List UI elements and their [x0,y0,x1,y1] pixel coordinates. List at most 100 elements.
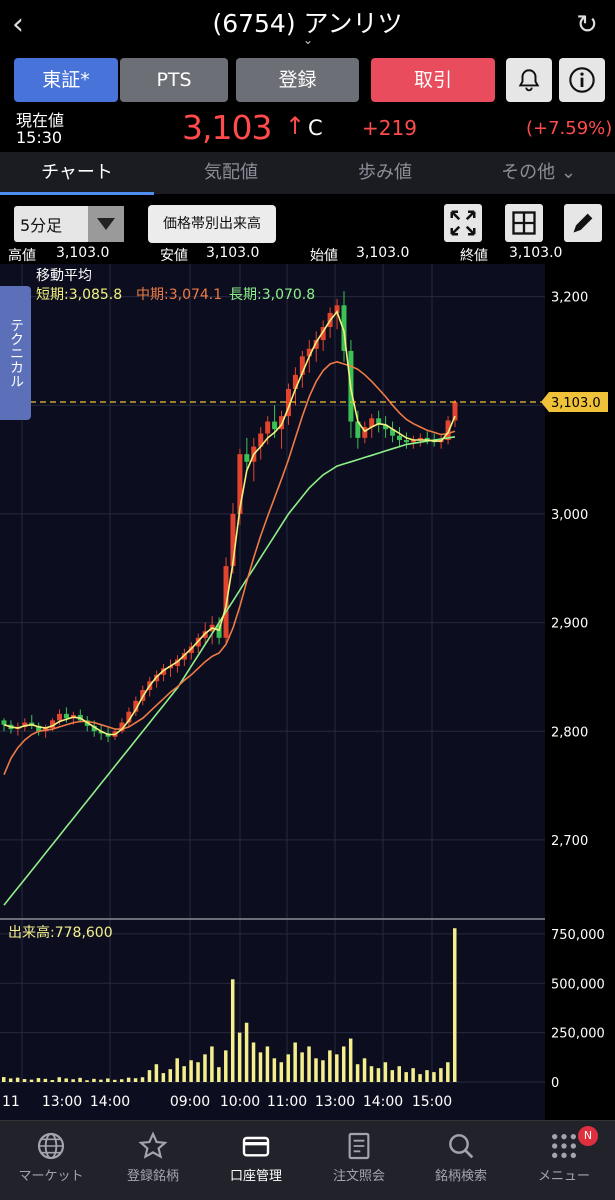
time-tick-label: 13:00 [315,1094,355,1110]
trade-button[interactable]: 取引 [371,58,495,102]
close-value: 3,103.0 [509,245,563,261]
chevron-down-icon[interactable]: ⌄ [300,33,316,47]
volume-bar [432,1072,436,1082]
nav-market[interactable]: マーケット [0,1124,102,1196]
volume-bar [43,1078,48,1082]
volume-by-price-button[interactable]: 価格帯別出来高 [148,205,276,243]
pen-icon [573,213,593,233]
volume-bar [341,1046,346,1082]
time-tick-label: 13:00 [42,1094,82,1110]
ma-legend-short: 短期:3,085.8 [36,287,122,303]
volume-bar [133,1078,138,1082]
market-pts-button[interactable]: PTS [120,58,228,102]
volume-bar [8,1078,13,1082]
reload-icon[interactable]: ↻ [570,8,604,42]
star-icon [102,1124,204,1168]
menu-icon [513,1124,615,1168]
document-icon [308,1124,410,1168]
price-chart[interactable]: 3,2003,1003,0002,9002,8002,700750,000500… [0,264,615,1120]
header-bar: ‹ (6754) アンリツ ⌄ ↻ [0,0,615,50]
volume-bar [196,1062,200,1082]
volume-bar [113,1079,117,1082]
volume-bar [446,1062,450,1082]
up-arrow-icon: ↑ [285,112,306,140]
volume-bar [404,1072,408,1082]
volume-bar [22,1079,27,1082]
nav-orders[interactable]: 注文照会 [308,1124,410,1196]
price-flag: C [308,116,323,140]
volume-bar [140,1077,145,1082]
volume-bar [439,1068,443,1082]
volume-bar [175,1058,179,1082]
volume-bar [355,1064,360,1082]
volume-bar [154,1064,159,1082]
register-button[interactable]: 登録 [236,58,359,102]
volume-bar [411,1068,415,1082]
candle-body [403,440,409,443]
volume-bar [92,1078,96,1082]
volume-bar [335,1054,339,1082]
candle-body [63,713,69,719]
volume-bar [161,1073,166,1082]
volume-bar [362,1058,367,1082]
info-button[interactable] [559,58,605,102]
volume-bar [265,1046,270,1082]
volume-bar [182,1066,186,1082]
price-tick-label: 3,000 [551,508,588,523]
open-value: 3,103.0 [356,245,410,261]
time-tick-label: 11 [2,1094,20,1110]
open-label: 始値 [310,248,338,264]
volume-bar [119,1079,124,1082]
tab-quotes[interactable]: 気配値 [154,152,308,194]
search-icon [410,1124,512,1168]
volume-tick-label: 500,000 [551,977,605,992]
market-tosho-button[interactable]: 東証* [14,58,118,102]
volume-bar [189,1060,193,1082]
volume-bar [29,1079,34,1082]
volume-bar [78,1077,82,1082]
expand-button[interactable] [444,204,482,242]
volume-bar [425,1070,429,1082]
layout-grid-button[interactable] [505,204,543,242]
candle-body [57,713,63,721]
nav-account-label: 口座管理 [229,1169,282,1184]
volume-bar [36,1078,41,1082]
volume-bar [293,1042,297,1082]
candle-body [265,421,271,434]
tab-other[interactable]: その他 ⌄ [462,152,615,194]
time-tick-label: 14:00 [90,1094,130,1110]
volume-label: 出来高:778,600 [8,924,113,941]
time-tick-label: 09:00 [170,1094,210,1110]
volume-bar [418,1074,422,1082]
nav-account[interactable]: 口座管理 [205,1124,307,1196]
high-value: 3,103.0 [56,245,110,261]
volume-bar [314,1058,318,1082]
draw-button[interactable] [564,204,602,242]
volume-bar [376,1068,381,1082]
volume-bar [369,1066,374,1082]
alert-button[interactable] [506,58,552,102]
price-tick-label: 2,700 [551,834,588,849]
volume-tick-label: 250,000 [551,1027,605,1042]
price-tick-label: 2,900 [551,617,588,632]
current-price-tag-label: 3,103.0 [551,396,601,411]
volume-bar [106,1078,110,1082]
technical-tab[interactable]: テクニカル [0,286,31,420]
volume-bar [71,1079,75,1082]
tab-chart[interactable]: チャート [0,152,154,194]
tab-trades[interactable]: 歩み値 [308,152,462,194]
volume-bar [258,1052,263,1082]
volume-bar [328,1050,332,1082]
volume-bar [383,1062,388,1082]
candle-body [244,454,250,462]
nav-favorites[interactable]: 登録銘柄 [102,1124,204,1196]
nav-menu[interactable]: メニュー [513,1124,615,1196]
candle-body [272,421,278,430]
current-price: 3,103 [182,108,272,147]
volume-bar [279,1062,284,1082]
quote-time: 15:30 [16,128,63,147]
high-label: 高値 [8,248,36,264]
nav-search[interactable]: 銘柄検索 [410,1124,512,1196]
nav-menu-label: メニュー [537,1169,590,1184]
nav-orders-label: 注文照会 [332,1169,385,1184]
